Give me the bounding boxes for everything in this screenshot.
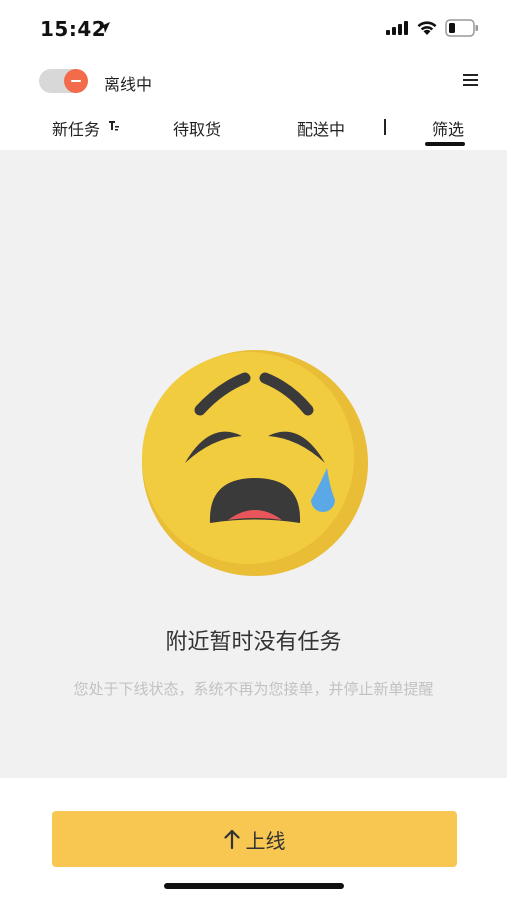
location-arrow-icon: [99, 22, 110, 33]
go-online-button[interactable]: 上线: [52, 811, 457, 867]
tab-delivering[interactable]: 配送中: [297, 116, 345, 140]
online-status-label: 离线中: [104, 75, 153, 94]
tab-divider: [384, 119, 386, 135]
task-list-empty-state: 附近暂时没有任务 您处于下线状态，系统不再为您接单，并停止新单提醒: [0, 150, 507, 778]
sort-icon[interactable]: [108, 120, 120, 132]
arrow-up-icon: [223, 829, 240, 849]
tab-new-tasks[interactable]: 新任务: [52, 116, 100, 140]
menu-icon[interactable]: [463, 74, 478, 89]
toggle-knob: [64, 69, 88, 93]
crying-face-icon: [142, 350, 368, 576]
empty-state-title: 附近暂时没有任务: [165, 630, 342, 655]
empty-state-subtitle: 您处于下线状态，系统不再为您接单，并停止新单提醒: [73, 680, 434, 698]
go-online-label: 上线: [245, 828, 286, 853]
task-tabs: 新任务 待取货 配送中 筛选: [0, 104, 507, 150]
active-tab-indicator: [425, 142, 465, 146]
battery-icon: [445, 19, 478, 37]
online-toggle[interactable]: [39, 69, 88, 93]
bottom-bar: 上线: [0, 778, 507, 900]
cellular-signal-icon: [386, 21, 408, 35]
tab-filter[interactable]: 筛选: [432, 116, 464, 140]
wifi-icon: [417, 21, 437, 35]
status-time: 15:42: [40, 17, 107, 41]
tab-pending-pickup[interactable]: 待取货: [173, 116, 221, 140]
status-bar: 15:42: [0, 0, 507, 58]
home-indicator[interactable]: [164, 883, 344, 889]
header: 离线中: [0, 58, 507, 104]
